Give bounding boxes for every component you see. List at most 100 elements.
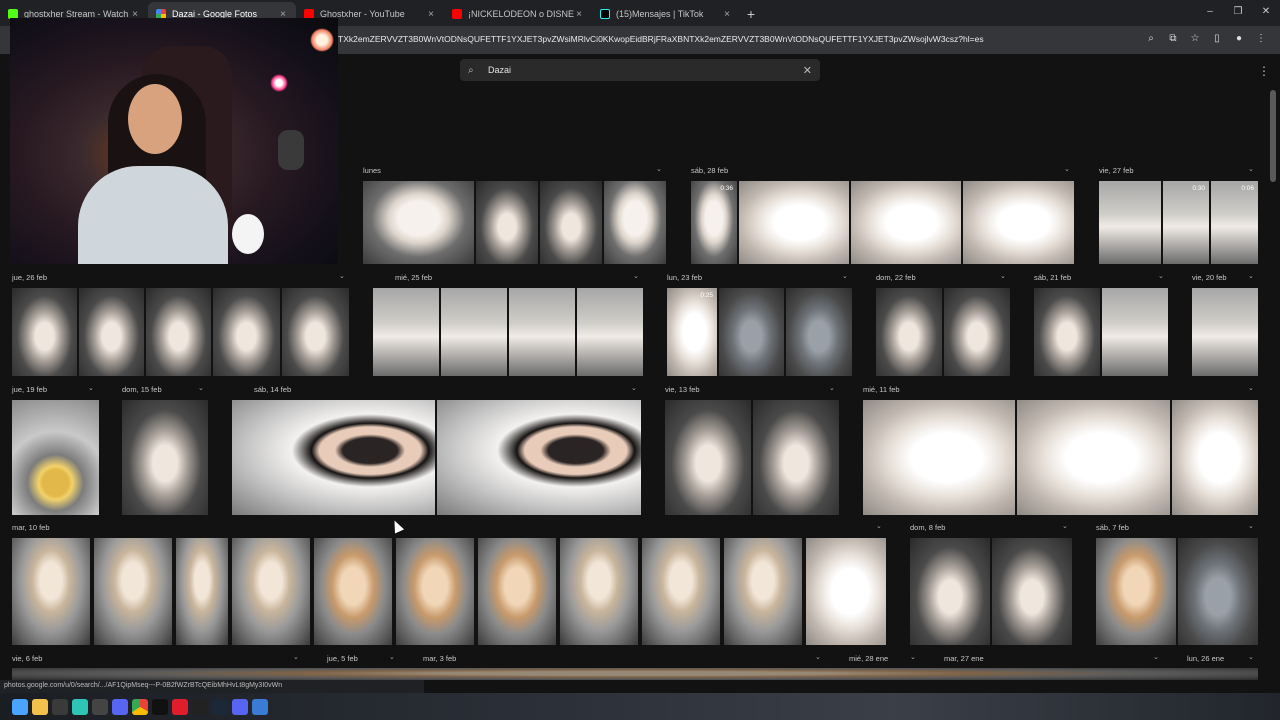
photo-thumbnail[interactable] [1178,538,1258,645]
steam-icon[interactable] [212,698,228,715]
menu-icon[interactable]: ⋮ [1254,32,1268,46]
chevron-down-icon[interactable]: ⌄ [842,272,848,280]
chevron-down-icon[interactable]: ⌄ [1062,522,1068,530]
photo-thumbnail[interactable] [1099,181,1161,264]
opera-icon[interactable] [172,698,188,715]
photo-thumbnail[interactable] [232,538,310,645]
chrome-icon[interactable] [132,698,148,715]
app-icon[interactable] [112,698,128,715]
photo-thumbnail[interactable] [79,288,144,376]
photo-thumbnail[interactable] [753,400,839,515]
photo-thumbnail[interactable] [876,288,942,376]
photo-thumbnail[interactable] [910,538,990,645]
photo-thumbnail[interactable] [739,181,849,264]
more-options-icon[interactable]: ⋮ [1258,64,1270,78]
photo-thumbnail[interactable] [12,538,90,645]
photo-thumbnail[interactable] [282,288,349,376]
chevron-down-icon[interactable]: ⌄ [876,522,882,530]
chevron-down-icon[interactable]: ⌄ [1064,165,1070,173]
new-tab-button[interactable]: + [740,2,762,26]
video-thumbnail[interactable]: 0:36 [691,181,737,264]
tab-youtube-nickelodeon[interactable]: ¡NICKELODEON o DISNEY CHA × [444,2,592,26]
epic-games-icon[interactable] [192,698,208,715]
chevron-down-icon[interactable]: ⌄ [1000,272,1006,280]
photo-thumbnail[interactable] [992,538,1072,645]
photo-thumbnail[interactable] [176,538,228,645]
photo-thumbnail[interactable] [719,288,784,376]
photo-thumbnail[interactable] [1102,288,1168,376]
maximize-button[interactable]: ❐ [1224,0,1252,24]
app-icon[interactable] [252,698,268,715]
close-window-button[interactable]: ✕ [1252,0,1280,24]
photo-thumbnail[interactable] [863,400,1015,515]
chevron-down-icon[interactable]: ⌄ [829,384,835,392]
profile-avatar-icon[interactable]: ● [1232,32,1246,46]
photo-thumbnail[interactable] [478,538,556,645]
app-icon[interactable] [72,698,88,715]
chevron-down-icon[interactable]: ⌄ [339,272,345,280]
chevron-down-icon[interactable]: ⌄ [1158,272,1164,280]
chevron-down-icon[interactable]: ⌄ [1248,522,1254,530]
chevron-down-icon[interactable]: ⌄ [1153,653,1159,661]
photo-thumbnail[interactable] [437,400,641,515]
video-thumbnail[interactable]: 0:06 [1211,181,1258,264]
tab-close-icon[interactable]: × [426,9,436,20]
search-bar[interactable]: ⌕ Dazai ✕ [460,59,820,81]
clear-search-icon[interactable]: ✕ [803,64,812,77]
photo-thumbnail[interactable] [1017,400,1170,515]
chevron-down-icon[interactable]: ⌄ [631,384,637,392]
sidebar-icon[interactable]: ▯ [1210,32,1224,46]
chevron-down-icon[interactable]: ⌄ [656,165,662,173]
chevron-down-icon[interactable]: ⌄ [1248,272,1254,280]
photo-thumbnail[interactable] [509,288,575,376]
photo-thumbnail[interactable] [232,400,435,515]
photo-thumbnail[interactable] [642,538,720,645]
photo-thumbnail[interactable] [314,538,392,645]
open-in-app-icon[interactable]: ⧉ [1166,32,1180,46]
photo-thumbnail[interactable] [441,288,507,376]
photo-thumbnail[interactable] [396,538,474,645]
photo-thumbnail[interactable] [1034,288,1100,376]
chevron-down-icon[interactable]: ⌄ [88,384,94,392]
photo-thumbnail[interactable] [806,538,886,645]
photo-thumbnail[interactable] [12,400,99,515]
video-thumbnail[interactable]: 0:25 [667,288,717,376]
chevron-down-icon[interactable]: ⌄ [910,653,916,661]
chevron-down-icon[interactable]: ⌄ [633,272,639,280]
photo-thumbnail[interactable] [12,288,77,376]
photo-thumbnail[interactable] [1172,400,1258,515]
bookmark-star-icon[interactable]: ☆ [1188,32,1202,46]
photo-thumbnail[interactable] [373,288,439,376]
obs-icon[interactable] [52,698,68,715]
photo-thumbnail[interactable] [851,181,961,264]
url-field[interactable]: TXk2emZERVVZT3B0WnVtODNsQUFETTF1YXJET3pv… [338,34,1118,44]
minimize-button[interactable]: – [1196,0,1224,24]
photo-thumbnail[interactable] [1096,538,1176,645]
chevron-down-icon[interactable]: ⌄ [198,384,204,392]
chevron-down-icon[interactable]: ⌄ [815,653,821,661]
file-explorer-icon[interactable] [32,698,48,715]
photo-thumbnail[interactable] [665,400,751,515]
photo-thumbnail[interactable] [560,538,638,645]
chevron-down-icon[interactable]: ⌄ [1248,384,1254,392]
chevron-down-icon[interactable]: ⌄ [1248,653,1254,661]
app-icon[interactable] [92,698,108,715]
video-thumbnail[interactable]: 0:30 [1163,181,1209,264]
photo-thumbnail[interactable] [94,538,172,645]
tab-close-icon[interactable]: × [722,9,732,20]
discord-icon[interactable] [232,698,248,715]
photo-thumbnail[interactable] [724,538,802,645]
photo-thumbnail[interactable] [540,181,602,264]
search-input[interactable]: Dazai [488,65,803,75]
photo-thumbnail[interactable] [213,288,280,376]
photo-thumbnail[interactable] [1192,288,1258,376]
photo-thumbnail[interactable] [944,288,1010,376]
tab-close-icon[interactable]: × [574,9,584,20]
tiktok-icon[interactable] [152,698,168,715]
photo-thumbnail[interactable] [122,400,208,515]
photo-thumbnail[interactable] [577,288,643,376]
chevron-down-icon[interactable]: ⌄ [293,653,299,661]
photo-thumbnail[interactable] [363,181,474,264]
photo-thumbnail[interactable] [963,181,1074,264]
start-icon[interactable] [12,698,28,715]
